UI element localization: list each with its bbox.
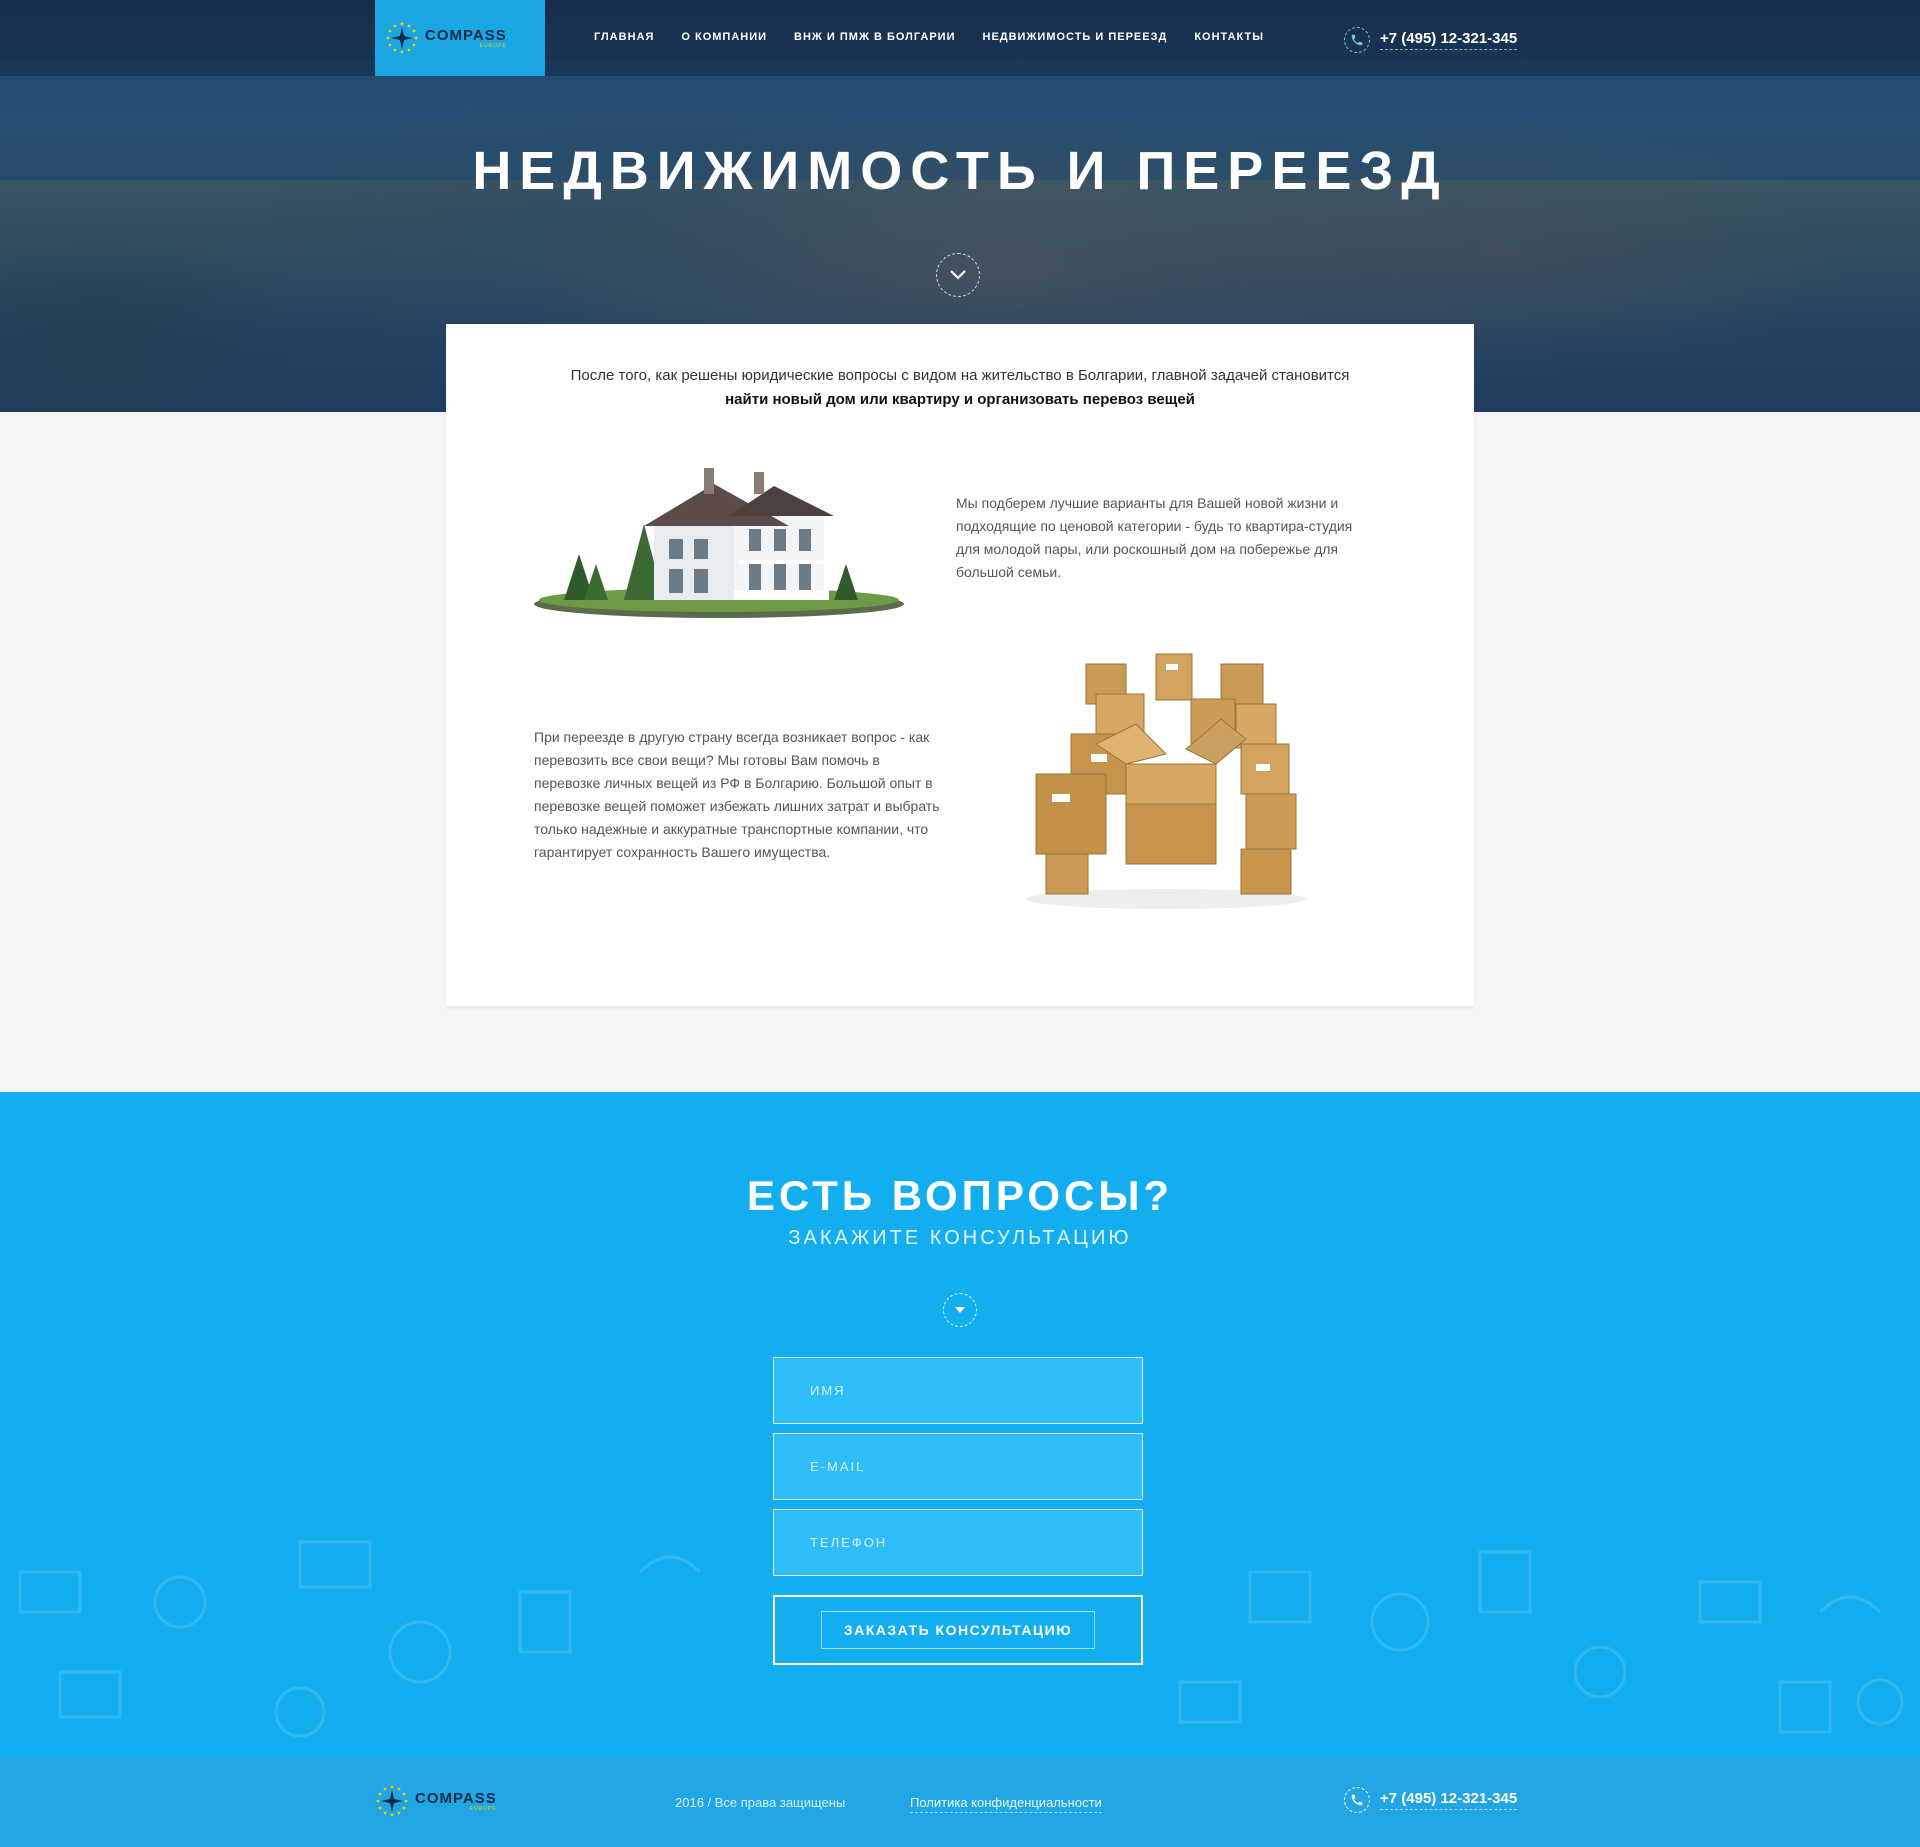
nav-item-home[interactable]: ГЛАВНАЯ	[594, 31, 654, 43]
house-illustration	[534, 468, 904, 618]
footer-logo-subtitle: EUROPE	[469, 1805, 497, 1812]
phone-field-placeholder: ТЕЛЕФОН	[810, 1535, 888, 1550]
nav-item-about[interactable]: О КОМПАНИИ	[681, 31, 767, 43]
name-field-placeholder: ИМЯ	[810, 1383, 846, 1398]
caret-down-icon	[943, 1293, 977, 1327]
phone-icon	[1344, 1787, 1370, 1813]
chevron-down-icon	[950, 270, 966, 280]
footer-phone[interactable]: +7 (495) 12-321-345	[1344, 1787, 1518, 1813]
moving-boxes-illustration	[1026, 653, 1306, 909]
page-title: НЕДВИЖИМОСТЬ И ПЕРЕЕЗД	[472, 141, 1448, 201]
logo-subtitle: EUROPE	[479, 42, 507, 49]
copyright: 2016 / Все права защищены	[675, 1795, 846, 1810]
moving-description: При переезде в другую страну всегда возн…	[534, 729, 940, 860]
intro-line-1: После того, как решены юридические вопро…	[570, 367, 1350, 384]
footer-logo[interactable]: COMPASS EUROPE	[375, 1784, 497, 1818]
nav-item-residence[interactable]: ВНЖ И ПМЖ В БОЛГАРИИ	[794, 31, 955, 43]
nav-item-contacts[interactable]: КОНТАКТЫ	[1194, 31, 1264, 43]
logo[interactable]: COMPASS EUROPE	[375, 0, 545, 76]
content-card: После того, как решены юридические вопро…	[446, 324, 1474, 1006]
consultation-title: ЕСТЬ ВОПРОСЫ?	[746, 1172, 1174, 1219]
scroll-down-button[interactable]	[936, 253, 980, 297]
header-phone[interactable]: +7 (495) 12-321-345	[1344, 27, 1518, 53]
name-field[interactable]: ИМЯ	[773, 1357, 1143, 1424]
email-field[interactable]: E-MAIL	[773, 1433, 1143, 1500]
nav-item-realty[interactable]: НЕДВИЖИМОСТЬ И ПЕРЕЕЗД	[983, 31, 1168, 43]
phone-field[interactable]: ТЕЛЕФОН	[773, 1509, 1143, 1576]
consultation-subtitle: ЗАКАЖИТЕ КОНСУЛЬТАЦИЮ	[788, 1227, 1132, 1249]
intro-line-2: найти новый дом или квартиру и организов…	[725, 391, 1195, 408]
intro-text: После того, как решены юридические вопро…	[446, 364, 1474, 412]
email-field-placeholder: E-MAIL	[810, 1459, 866, 1474]
footer: COMPASS EUROPE 2016 / Все права защищены…	[0, 1758, 1920, 1847]
realty-description: Мы подберем лучшие варианты для Вашей но…	[956, 495, 1353, 580]
order-consultation-label: ЗАКАЗАТЬ КОНСУЛЬТАЦИЮ	[820, 1611, 1096, 1649]
privacy-policy-link[interactable]: Политика конфиденциальности	[910, 1795, 1102, 1813]
main-nav: ГЛАВНАЯ О КОМПАНИИ ВНЖ И ПМЖ В БОЛГАРИИ …	[594, 31, 1264, 43]
compass-star-icon	[386, 22, 418, 54]
phone-icon	[1344, 27, 1370, 53]
header-phone-number[interactable]: +7 (495) 12-321-345	[1380, 30, 1518, 50]
footer-logo-name: COMPASS	[415, 1789, 497, 1807]
compass-star-icon	[376, 1785, 408, 1817]
consultation-section: ЕСТЬ ВОПРОСЫ? ЗАКАЖИТЕ КОНСУЛЬТАЦИЮ ИМЯ …	[0, 1092, 1920, 1758]
footer-phone-number[interactable]: +7 (495) 12-321-345	[1380, 1790, 1518, 1810]
logo-name: COMPASS	[425, 26, 507, 44]
order-consultation-button[interactable]: ЗАКАЗАТЬ КОНСУЛЬТАЦИЮ	[773, 1595, 1143, 1665]
top-navigation-bar: COMPASS EUROPE ГЛАВНАЯ О КОМПАНИИ ВНЖ И …	[0, 0, 1920, 76]
